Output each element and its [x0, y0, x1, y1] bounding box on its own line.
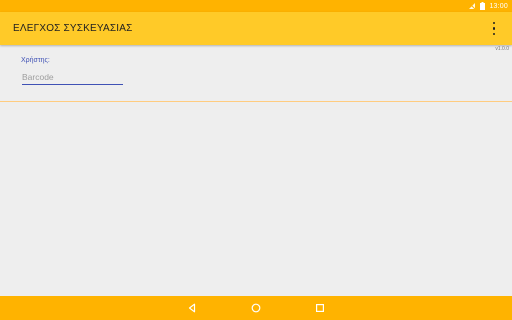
signal-off-icon — [468, 2, 476, 10]
barcode-input[interactable] — [22, 70, 123, 85]
app-bar: ΕΛΕΓΧΟΣ ΣΥΣΚΕΥΑΣΙΑΣ — [0, 12, 512, 45]
app-title: ΕΛΕΓΧΟΣ ΣΥΣΚΕΥΑΣΙΑΣ — [13, 23, 133, 34]
status-time: 13:00 — [489, 2, 508, 10]
user-label: Χρήστης: — [21, 57, 50, 64]
back-icon[interactable] — [184, 300, 200, 316]
divider — [0, 101, 512, 102]
home-icon[interactable] — [248, 300, 264, 316]
recents-icon[interactable] — [312, 300, 328, 316]
navigation-bar — [0, 296, 512, 320]
battery-icon — [480, 2, 486, 10]
more-vert-icon[interactable] — [490, 22, 498, 35]
status-bar: 13:00 — [0, 0, 512, 12]
version-label: v1.0.0 — [495, 46, 509, 52]
